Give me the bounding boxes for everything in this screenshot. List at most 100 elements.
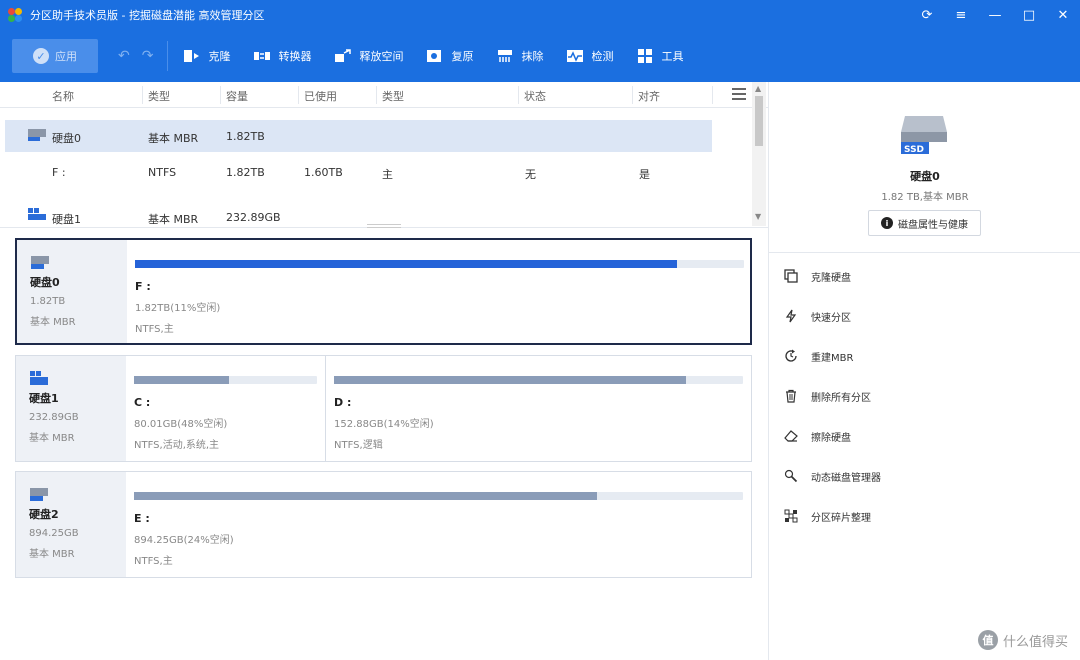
- partition[interactable]: F : 1.82TB(11%空闲) NTFS,主: [127, 240, 752, 343]
- info-icon: i: [881, 217, 893, 229]
- table-row[interactable]: 硬盘0 基本 MBR 1.82TB: [5, 120, 712, 152]
- tool-convert[interactable]: 转换器: [252, 48, 311, 64]
- tool-test[interactable]: 检测: [565, 48, 613, 64]
- column-header[interactable]: 已使用: [304, 88, 337, 104]
- window-title: 分区助手技术员版 - 挖掘磁盘潜能 高效管理分区: [30, 9, 265, 22]
- column-header[interactable]: 状态: [524, 88, 546, 104]
- tools-icon: [635, 48, 655, 64]
- op-defrag[interactable]: 分区碎片整理: [783, 506, 871, 526]
- op-dynamic-disk[interactable]: 动态磁盘管理器: [783, 466, 881, 486]
- ssd-badge: SSD: [904, 145, 924, 155]
- partition-usage-bar: [134, 376, 317, 384]
- tool-tools[interactable]: 工具: [635, 48, 683, 64]
- disk-name: 硬盘2: [29, 508, 59, 521]
- main-area: 名称 类型 容量 已使用 类型 状态 对齐 硬盘0 基本 MBR 1.82TB …: [0, 82, 768, 660]
- close-icon[interactable]: ✕: [1046, 0, 1080, 30]
- op-label: 克隆硬盘: [811, 272, 851, 284]
- undo-icon[interactable]: ↶: [118, 48, 130, 64]
- disk-card[interactable]: 硬盘2 894.25GB 基本 MBR E : 894.25GB(24%空闲) …: [15, 471, 752, 578]
- cell-type: 基本 MBR: [148, 132, 199, 145]
- column-header[interactable]: 容量: [226, 88, 248, 104]
- partition-fs: NTFS,主: [135, 324, 174, 335]
- hdd-icon: [30, 254, 52, 270]
- toolbar: ✓ 应用 ↶ ↷ 克隆 转换器 释放空间 复原 抹除 检测 工具: [0, 30, 1080, 82]
- apply-button[interactable]: ✓ 应用: [12, 39, 98, 73]
- column-options-icon[interactable]: [732, 88, 746, 100]
- column-header[interactable]: 名称: [52, 88, 74, 104]
- usage-fill: [134, 492, 597, 500]
- partition-info: 80.01GB(48%空闲): [134, 419, 228, 430]
- partition[interactable]: C : 80.01GB(48%空闲) NTFS,活动,系统,主: [126, 356, 325, 461]
- scroll-down-icon[interactable]: ▼: [755, 212, 761, 221]
- cell-capacity: 1.82TB: [226, 166, 265, 179]
- table-scrollbar[interactable]: ▲ ▼: [752, 82, 766, 226]
- column-divider: [632, 86, 633, 104]
- tool-clone[interactable]: 克隆: [182, 48, 230, 64]
- tool-recover[interactable]: 复原: [425, 48, 473, 64]
- disk-properties-button[interactable]: i 磁盘属性与健康: [868, 210, 981, 236]
- cell-capacity: 232.89GB: [226, 211, 281, 224]
- partition-usage-bar: [135, 260, 744, 268]
- maximize-icon[interactable]: □: [1012, 0, 1046, 30]
- disk-card[interactable]: 硬盘1 232.89GB 基本 MBR C : 80.01GB(48%空闲) N…: [15, 355, 752, 462]
- disk-name: 硬盘1: [29, 392, 59, 405]
- scroll-up-icon[interactable]: ▲: [755, 84, 761, 93]
- disk-card[interactable]: 硬盘0 1.82TB 基本 MBR F : 1.82TB(11%空闲) NTFS…: [15, 238, 752, 345]
- cell-type: 基本 MBR: [148, 213, 199, 226]
- column-divider: [142, 86, 143, 104]
- tool-wipe[interactable]: 抹除: [495, 48, 543, 64]
- convert-icon: [252, 48, 272, 64]
- op-delete-all-partitions[interactable]: 删除所有分区: [783, 386, 871, 406]
- partition-usage-bar: [134, 492, 743, 500]
- partition-fs: NTFS,活动,系统,主: [134, 440, 220, 451]
- tool-label: 释放空间: [359, 50, 404, 63]
- op-label: 快速分区: [811, 312, 851, 324]
- ssd-large-icon: SSD: [899, 112, 949, 156]
- column-header[interactable]: 类型: [148, 88, 170, 104]
- op-wipe-disk[interactable]: 擦除硬盘: [783, 426, 851, 446]
- disk-size: 894.25GB: [29, 528, 79, 539]
- menu-icon[interactable]: ≡: [944, 0, 978, 30]
- partition-fs: NTFS,主: [134, 556, 173, 567]
- ssd-icon: [29, 370, 51, 386]
- table-row[interactable]: 硬盘1 基本 MBR 232.89GB: [5, 201, 712, 227]
- cell-status: 无: [525, 168, 536, 181]
- wipe-icon: [495, 48, 515, 64]
- redo-icon[interactable]: ↷: [142, 48, 154, 64]
- cell-name: 硬盘0: [52, 132, 81, 145]
- op-label: 分区碎片整理: [811, 512, 871, 524]
- disk-type: 基本 MBR: [29, 549, 75, 560]
- refresh-icon[interactable]: ⟳: [910, 0, 944, 30]
- tool-label: 工具: [661, 50, 684, 63]
- splitter-grip[interactable]: [367, 224, 401, 228]
- op-rebuild-mbr[interactable]: 重建MBR: [783, 346, 853, 366]
- free-space-icon: [333, 48, 353, 64]
- partition-info: 1.82TB(11%空闲): [135, 303, 221, 314]
- cell-name: F :: [52, 166, 66, 179]
- selected-disk-info: 1.82 TB,基本 MBR: [881, 192, 969, 203]
- clone-disk-icon: [783, 268, 799, 284]
- column-header[interactable]: 对齐: [638, 88, 660, 104]
- op-quick-partition[interactable]: 快速分区: [783, 306, 851, 326]
- tool-free-space[interactable]: 释放空间: [333, 48, 403, 64]
- partition[interactable]: D : 152.88GB(14%空闲) NTFS,逻辑: [326, 356, 751, 461]
- table-row[interactable]: F : NTFS 1.82TB 1.60TB 主 无 是: [5, 156, 712, 188]
- cell-capacity: 1.82TB: [226, 130, 265, 143]
- rebuild-mbr-icon: [783, 348, 799, 364]
- props-label: 磁盘属性与健康: [898, 219, 968, 231]
- minimize-icon[interactable]: —: [978, 0, 1012, 30]
- op-label: 删除所有分区: [811, 392, 871, 404]
- recover-icon: [425, 48, 445, 64]
- column-header[interactable]: 类型: [382, 88, 404, 104]
- scrollbar-thumb[interactable]: [755, 96, 763, 146]
- table-header: 名称 类型 容量 已使用 类型 状态 对齐: [0, 82, 768, 108]
- partition-info: 894.25GB(24%空闲): [134, 535, 234, 546]
- defrag-icon: [783, 508, 799, 524]
- clone-icon: [182, 48, 202, 64]
- partition[interactable]: E : 894.25GB(24%空闲) NTFS,主: [126, 472, 751, 577]
- tool-label: 克隆: [208, 50, 231, 63]
- tool-label: 抹除: [521, 50, 544, 63]
- op-clone-disk[interactable]: 克隆硬盘: [783, 266, 851, 286]
- column-divider: [518, 86, 519, 104]
- trash-icon: [783, 388, 799, 404]
